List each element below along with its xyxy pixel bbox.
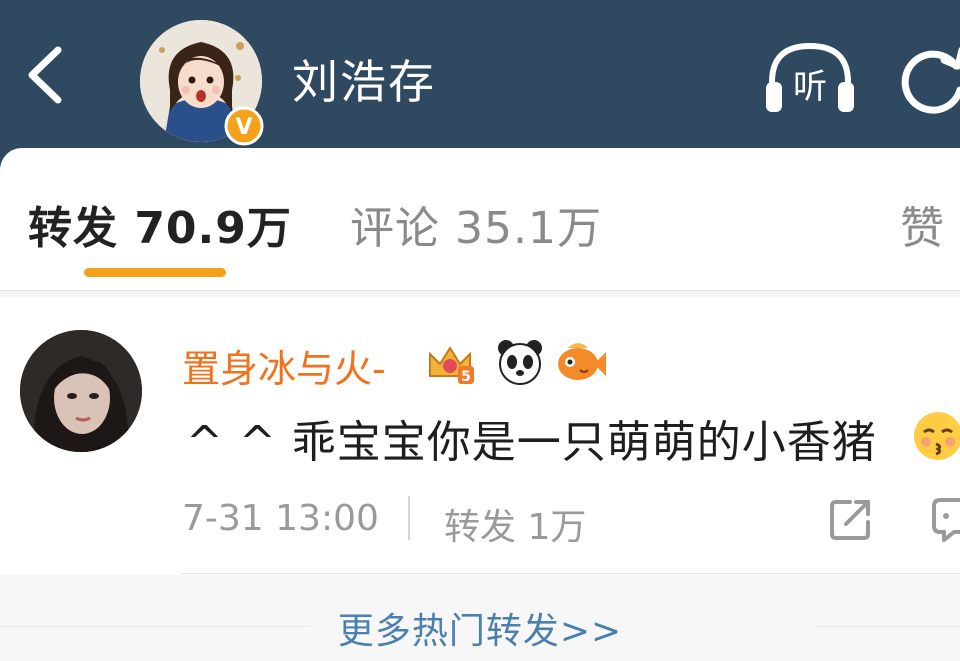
timestamp: 7-31 13:00 [182,498,379,539]
repost-text: ^ ^ 乖宝宝你是一只萌萌的小香猪 [186,417,877,468]
chevron-left-icon[interactable] [20,40,70,110]
verified-badge-icon: V [224,106,264,146]
username[interactable]: 置身冰与火- [182,338,386,393]
tab-repost[interactable]: 转发 70.9万 [28,192,292,256]
more-hot-reposts-link[interactable]: 更多热门转发>> [0,602,960,654]
panda-badge-icon[interactable] [494,336,546,388]
repost-count[interactable]: 转发 1万 [444,498,586,550]
listen-button[interactable]: 听 [762,38,858,118]
listen-label: 听 [793,67,827,107]
author-name[interactable]: 刘浩存 [292,46,436,112]
tab-comment[interactable]: 评论 35.1万 [350,192,602,256]
tab-bar: 转发 70.9万 评论 35.1万 赞 [0,148,960,290]
meta-divider [408,496,410,540]
fish-badge-icon[interactable] [554,336,606,388]
avatar[interactable] [20,330,142,452]
author-avatar[interactable]: V [140,20,264,146]
share-icon[interactable] [828,494,876,542]
divider [180,573,960,574]
tab-like[interactable]: 赞 [900,192,945,256]
svg-text:5: 5 [461,369,471,385]
refresh-icon[interactable] [898,38,960,118]
comment-icon[interactable] [932,494,960,542]
active-tab-indicator [84,268,226,277]
crown-level-5-badge-icon[interactable]: 5 [424,336,476,388]
svg-text:V: V [235,115,252,140]
user-photo-icon [20,330,142,452]
kissing-face-emoji-icon [914,412,960,460]
top-nav-bar: V 刘浩存 听 [0,0,960,160]
repost-panel: 转发 70.9万 评论 35.1万 赞 置身冰与火- 5 ^ ^ 乖宝宝你是一只… [0,148,960,661]
